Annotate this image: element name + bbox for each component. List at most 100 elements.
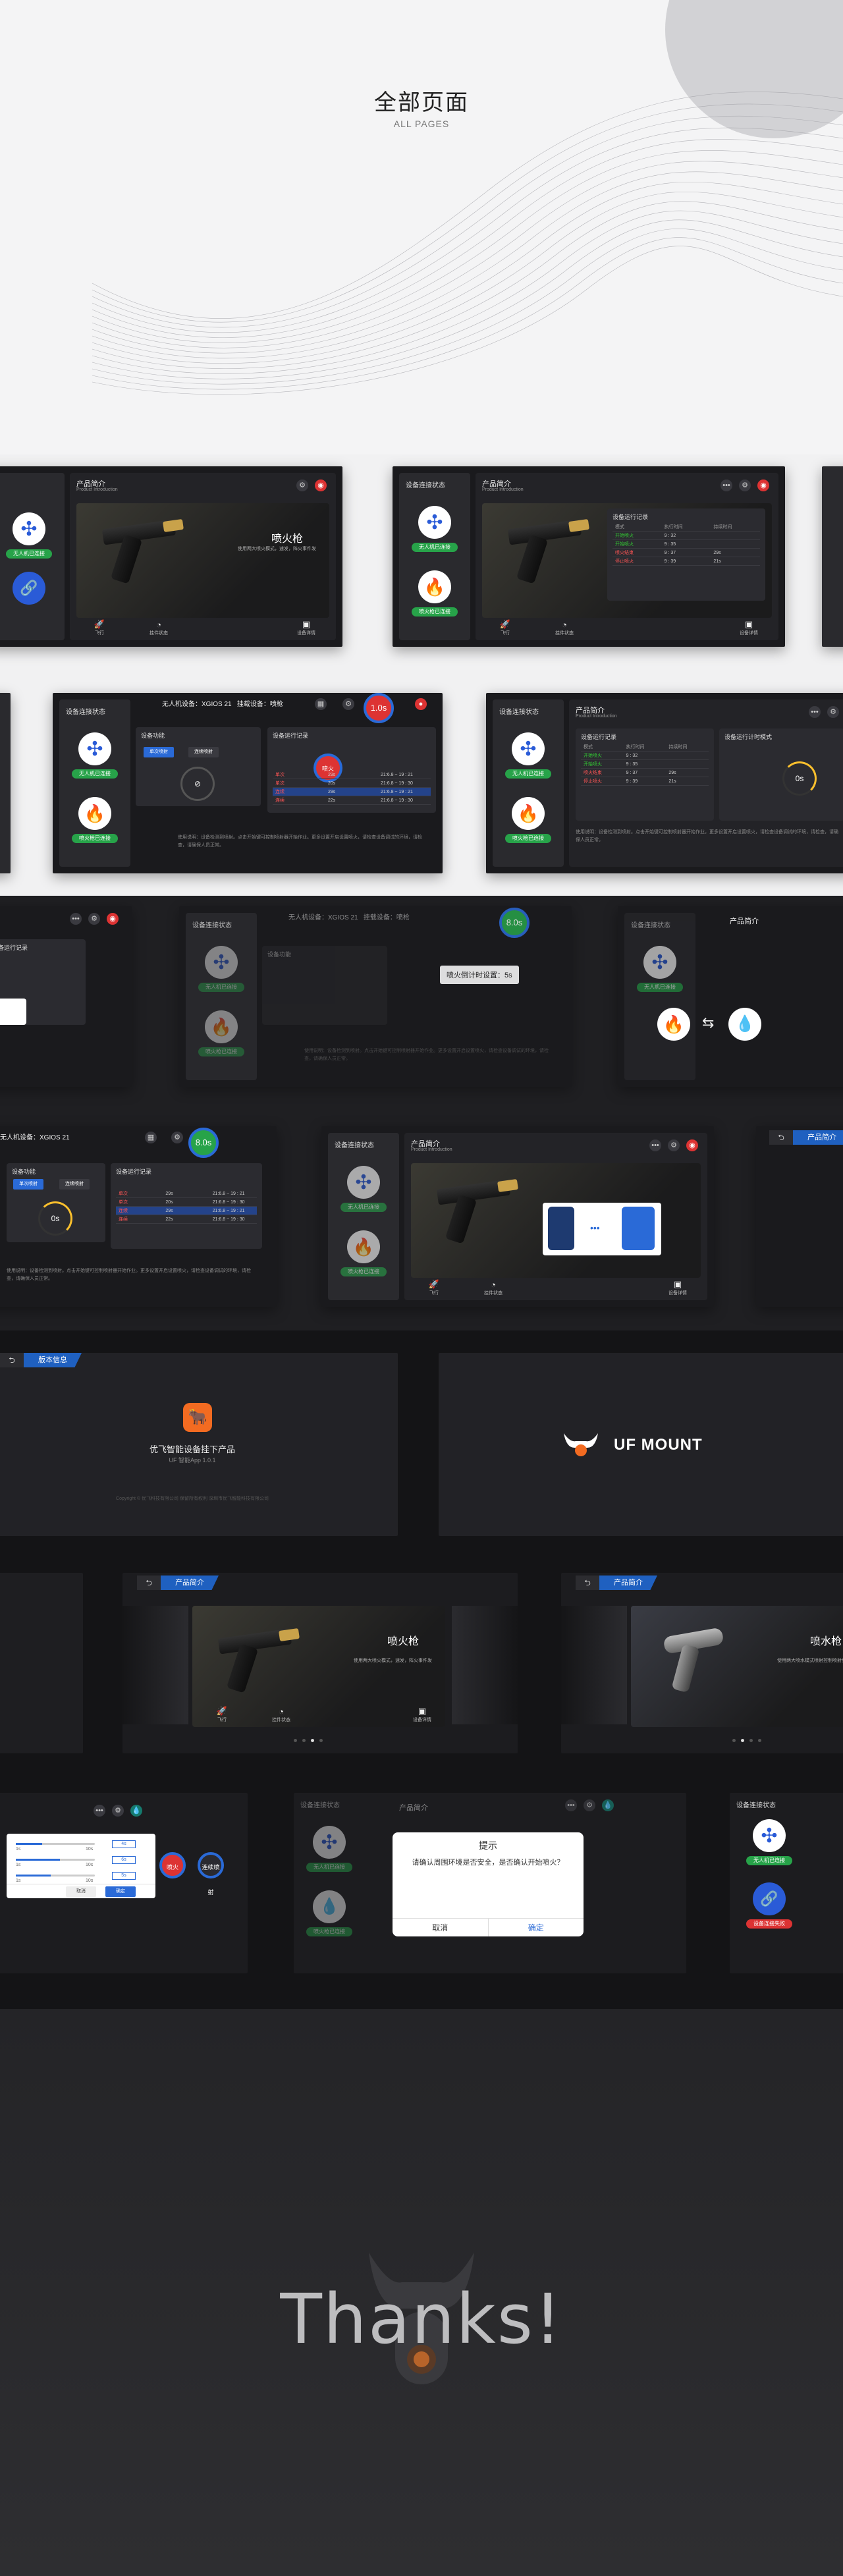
user-avatar-icon[interactable]: ◉ <box>686 1139 698 1151</box>
gear-icon[interactable]: ⚙ <box>88 913 100 925</box>
grid-icon[interactable]: ▦ <box>315 698 327 710</box>
carousel-dots[interactable] <box>294 1739 323 1742</box>
drone-icon[interactable] <box>205 946 238 979</box>
confirm-button[interactable]: 确定 <box>105 1886 136 1897</box>
flame-icon[interactable] <box>418 570 451 603</box>
link-icon[interactable] <box>13 572 45 605</box>
water-avatar-icon[interactable]: 💧 <box>130 1805 142 1817</box>
nav-detail[interactable]: ▣ 设备详情 <box>661 1279 694 1296</box>
nav-flight[interactable]: 🚀 飞行 <box>418 1279 450 1296</box>
more-icon[interactable]: ••• <box>721 480 732 491</box>
single-shot-button[interactable]: 单次喷射 <box>144 747 174 757</box>
carousel-dots[interactable] <box>732 1739 761 1742</box>
more-icon[interactable]: ••• <box>565 1799 577 1811</box>
continuous-toggle[interactable]: 连续喷射 <box>198 1852 224 1896</box>
countdown-timer-red[interactable]: 1.0s <box>364 693 394 723</box>
gear-icon[interactable]: ⚙ <box>112 1805 124 1817</box>
table-row[interactable]: 单次 29s 21:6.8 ~ 19 : 21 <box>116 1190 257 1198</box>
drone-icon[interactable] <box>512 732 545 765</box>
nav-detail[interactable]: ▣ 设备详情 <box>732 619 765 636</box>
continuous-button[interactable]: 连续喷射 <box>59 1179 90 1190</box>
gear-icon[interactable]: ⚙ <box>296 480 308 491</box>
device-pairing-popup[interactable]: ••• <box>543 1203 661 1255</box>
gear-icon[interactable]: ⚙ <box>668 1139 680 1151</box>
nav-mount[interactable]: ◔ 挂件状态 <box>265 1707 298 1723</box>
drone-icon[interactable] <box>13 512 45 545</box>
back-button[interactable]: ⮌ <box>769 1130 793 1145</box>
user-avatar-icon[interactable]: ◉ <box>757 480 769 491</box>
user-avatar-icon[interactable]: ◉ <box>107 913 119 925</box>
table-row[interactable]: 喷火结束 9 : 37 29s <box>581 769 709 777</box>
spray-button[interactable]: 喷火 <box>159 1852 186 1878</box>
table-row[interactable]: 连续 22s 21:6.8 ~ 19 : 30 <box>273 796 431 805</box>
nav-flight[interactable]: 🚀 飞行 <box>205 1706 238 1723</box>
more-icon[interactable]: ••• <box>70 913 82 925</box>
table-row[interactable]: 开始喷火 9 : 32 <box>581 752 709 760</box>
back-button[interactable]: ⮌ <box>137 1576 161 1590</box>
single-shot-button[interactable]: 单次喷射 <box>13 1179 43 1190</box>
more-icon[interactable]: ••• <box>649 1139 661 1151</box>
table-row[interactable]: 连续 29s 21:6.8 ~ 19 : 21 <box>116 1207 257 1215</box>
next-product-card[interactable] <box>452 1606 518 1724</box>
product-card[interactable]: 喷火枪 使用两大喷火模式，速发，阵火事件发 🚀 飞行 ◔ 挂件状态 ▣ 设备详情 <box>192 1606 445 1727</box>
nav-mount[interactable]: ◔ 挂件状态 <box>142 620 175 636</box>
flame-icon[interactable] <box>347 1230 380 1263</box>
nav-flight[interactable]: 🚀 飞行 <box>489 619 522 636</box>
gear-icon[interactable]: ⚙ <box>827 706 839 718</box>
countdown-slider[interactable] <box>16 1875 95 1877</box>
water-icon[interactable] <box>728 1008 761 1041</box>
table-row[interactable]: 喷火结束 9 : 37 29s <box>612 549 760 557</box>
drone-icon[interactable] <box>753 1819 786 1852</box>
user-avatar-icon[interactable]: ◉ <box>315 480 327 491</box>
nav-mount[interactable]: ◔ 挂件状态 <box>477 1280 510 1296</box>
drone-icon[interactable] <box>78 732 111 765</box>
table-row[interactable]: 连续 22s 21:6.8 ~ 19 : 30 <box>116 1215 257 1224</box>
drone-icon[interactable] <box>643 946 676 979</box>
nav-mount[interactable]: ◔ 挂件状态 <box>548 620 581 636</box>
more-icon[interactable]: ••• <box>94 1805 105 1817</box>
flame-icon[interactable] <box>657 1008 690 1041</box>
flame-icon[interactable] <box>205 1010 238 1043</box>
slider-value-box[interactable]: 6s <box>112 1856 136 1864</box>
nav-flight[interactable]: 🚀 飞行 <box>83 619 116 636</box>
back-button[interactable]: ⮌ <box>576 1576 599 1590</box>
countdown-slider[interactable] <box>16 1859 95 1861</box>
table-row[interactable]: 单次 20s 21:6.8 ~ 19 : 30 <box>273 779 431 788</box>
table-row[interactable]: 单次 20s 21:6.8 ~ 19 : 30 <box>116 1198 257 1207</box>
link-icon[interactable] <box>753 1882 786 1915</box>
prev-product-card[interactable] <box>122 1606 188 1724</box>
slider-value-box[interactable]: 4s <box>112 1840 136 1848</box>
dialog-cancel-button[interactable]: 取消 <box>393 1919 488 1936</box>
more-icon[interactable]: ••• <box>809 706 821 718</box>
table-row[interactable]: 开始喷火 9 : 35 <box>612 540 760 549</box>
grid-icon[interactable]: ▦ <box>145 1132 157 1143</box>
drone-icon[interactable] <box>347 1166 380 1199</box>
product-card[interactable]: 喷水枪 使用两大喷水模式喷射控制喷射频率 <box>631 1606 843 1727</box>
gear-icon[interactable]: ⚙ <box>739 480 751 491</box>
table-row[interactable]: 开始喷火 9 : 32 <box>612 532 760 540</box>
popup-menu[interactable] <box>0 999 26 1025</box>
gear-icon[interactable]: ⚙ <box>342 698 354 710</box>
drone-icon[interactable] <box>418 506 451 539</box>
drone-icon[interactable] <box>313 1826 346 1859</box>
countdown-timer-green[interactable]: 8.0s <box>499 908 530 938</box>
swap-icon[interactable]: ⇆ <box>702 1014 714 1031</box>
gear-icon[interactable]: ⚙ <box>584 1799 595 1811</box>
flame-icon[interactable] <box>78 797 111 830</box>
record-icon[interactable]: ● <box>415 698 427 710</box>
table-row[interactable]: 单次 29s 21:6.8 ~ 19 : 21 <box>273 771 431 779</box>
dialog-confirm-button[interactable]: 确定 <box>487 1919 584 1936</box>
water-icon[interactable] <box>313 1890 346 1923</box>
continuous-button[interactable]: 连续喷射 <box>188 747 219 757</box>
slider-value-box[interactable]: 5s <box>112 1872 136 1880</box>
cancel-button[interactable]: 取消 <box>66 1886 96 1897</box>
nav-detail[interactable]: ▣ 设备详情 <box>290 619 323 636</box>
countdown-timer-green[interactable]: 8.0s <box>188 1128 219 1158</box>
water-avatar-icon[interactable]: 💧 <box>602 1799 614 1811</box>
flame-icon[interactable] <box>512 797 545 830</box>
table-row[interactable]: 开始喷火 9 : 35 <box>581 760 709 769</box>
countdown-slider[interactable] <box>16 1843 95 1845</box>
gear-icon[interactable]: ⚙ <box>171 1132 183 1143</box>
back-button[interactable]: ⮌ <box>0 1353 24 1367</box>
table-row[interactable]: 连续 29s 21:6.8 ~ 19 : 21 <box>273 788 431 796</box>
